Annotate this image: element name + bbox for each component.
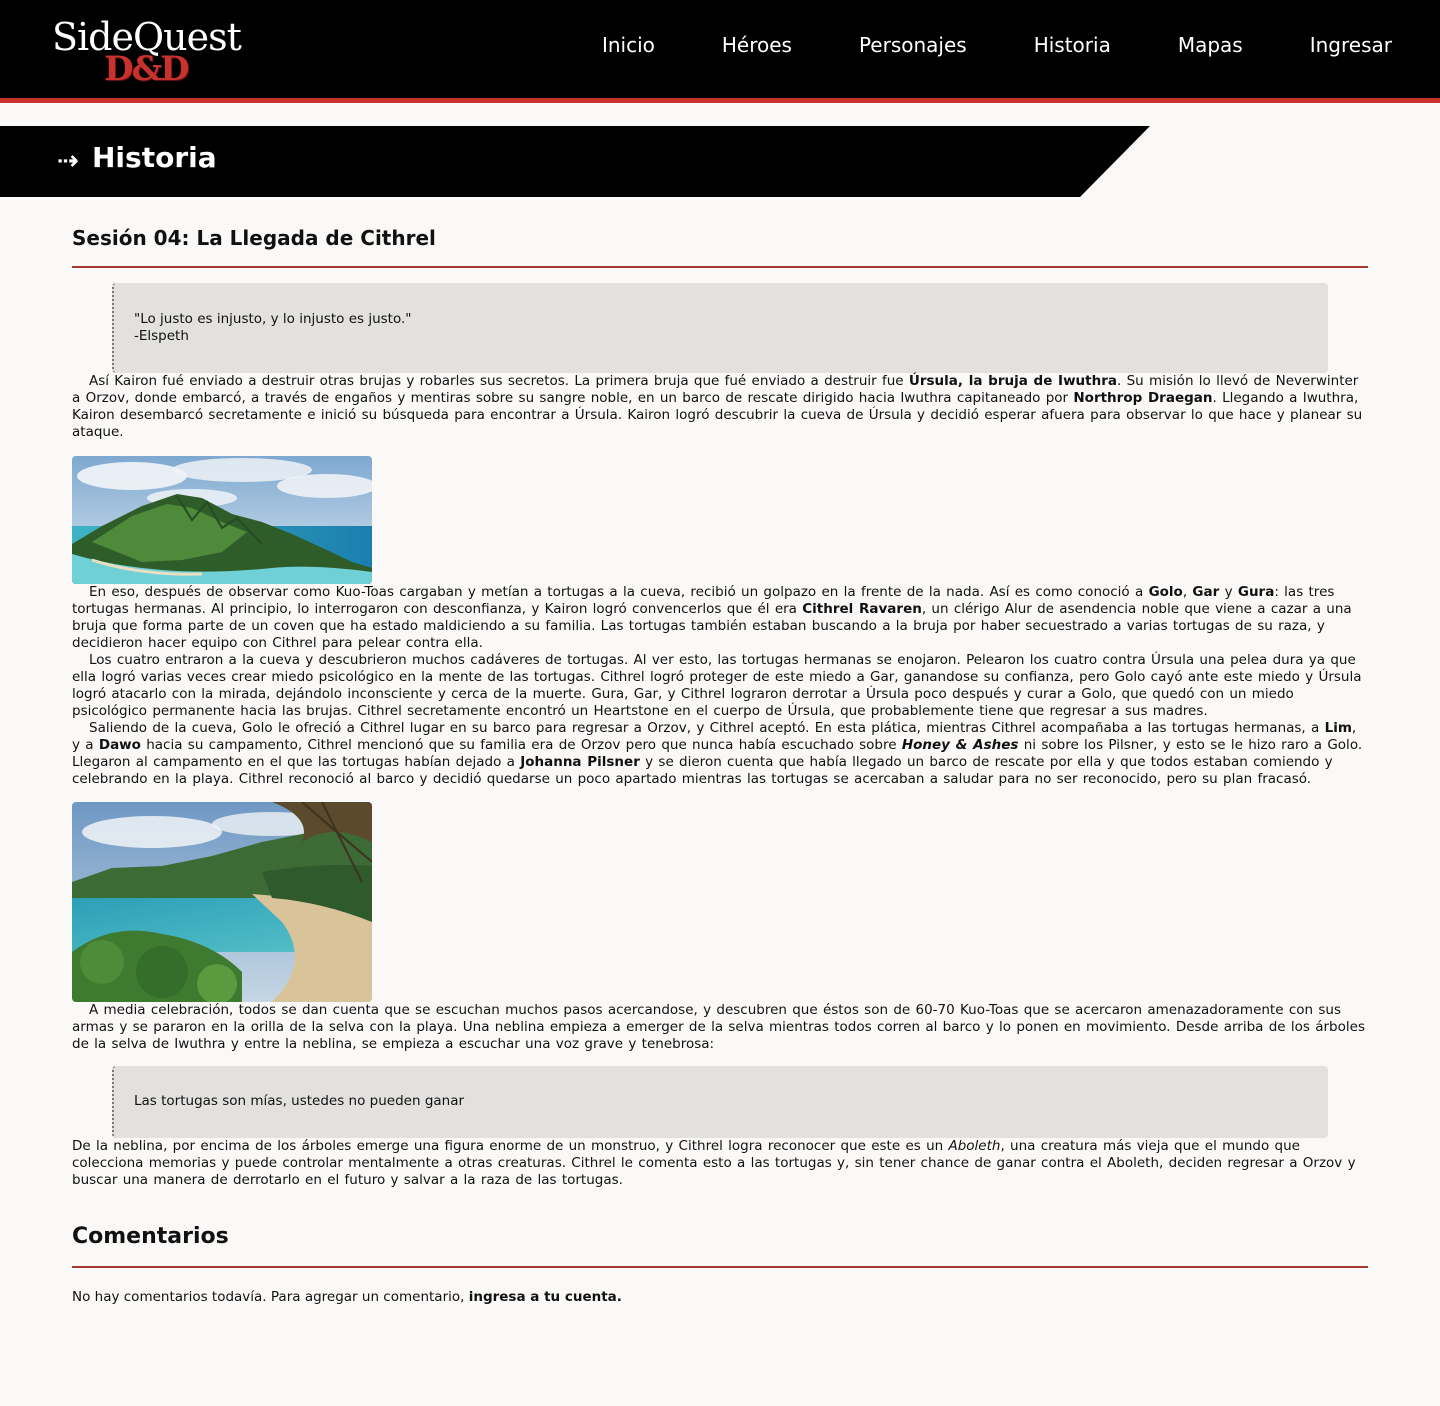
story-paragraph: A media celebración, todos se dan cuenta… <box>72 1002 1365 1052</box>
nav-heroes[interactable]: Héroes <box>722 33 792 57</box>
island-image <box>72 456 372 584</box>
main-content: Sesión 04: La Llegada de Cithrel "Lo jus… <box>72 225 1368 1306</box>
nav-personajes[interactable]: Personajes <box>859 33 967 57</box>
no-comments-message: No hay comentarios todavía. Para agregar… <box>72 1289 1368 1306</box>
quote-author: -Elspeth <box>134 328 189 344</box>
no-comments-text: No hay comentarios todavía. Para agregar… <box>72 1289 469 1305</box>
quote-block: Las tortugas son mías, ustedes no pueden… <box>112 1066 1328 1138</box>
comments-title: Comentarios <box>72 1223 1368 1268</box>
nav-historia[interactable]: Historia <box>1034 33 1111 57</box>
story-paragraph: Los cuatro entraron a la cueva y descubr… <box>72 652 1362 719</box>
story-paragraph: Así Kairon fué enviado a destruir otras … <box>72 373 1363 440</box>
top-navbar: SideQuest D&D Inicio Héroes Personajes H… <box>0 0 1440 103</box>
story-paragraph: En eso, después de observar como Kuo-Toa… <box>72 584 1352 651</box>
quote-block: "Lo justo es injusto, y lo injusto es ju… <box>112 283 1328 373</box>
arrow-left-icon[interactable]: ⇢ <box>57 148 79 174</box>
beach-image <box>72 802 372 1002</box>
page-title: Historia <box>92 141 217 174</box>
nav-inicio[interactable]: Inicio <box>602 33 655 57</box>
nav-ingresar[interactable]: Ingresar <box>1310 33 1392 57</box>
nav-mapas[interactable]: Mapas <box>1178 33 1243 57</box>
session-title: Sesión 04: La Llegada de Cithrel <box>72 225 1368 268</box>
sidequest-logo[interactable]: SideQuest D&D <box>52 18 242 92</box>
story-paragraph: Saliendo de la cueva, Golo le ofreció a … <box>72 720 1363 787</box>
main-nav: Inicio Héroes Personajes Historia Mapas … <box>535 33 1392 57</box>
login-link[interactable]: ingresa a tu cuenta. <box>469 1289 622 1305</box>
quote-text: "Lo justo es injusto, y lo injusto es ju… <box>134 311 412 327</box>
quote-text: Las tortugas son mías, ustedes no pueden… <box>134 1093 465 1109</box>
story-paragraph: De la neblina, por encima de los árboles… <box>72 1138 1356 1188</box>
logo-dnd: D&D <box>104 49 190 89</box>
